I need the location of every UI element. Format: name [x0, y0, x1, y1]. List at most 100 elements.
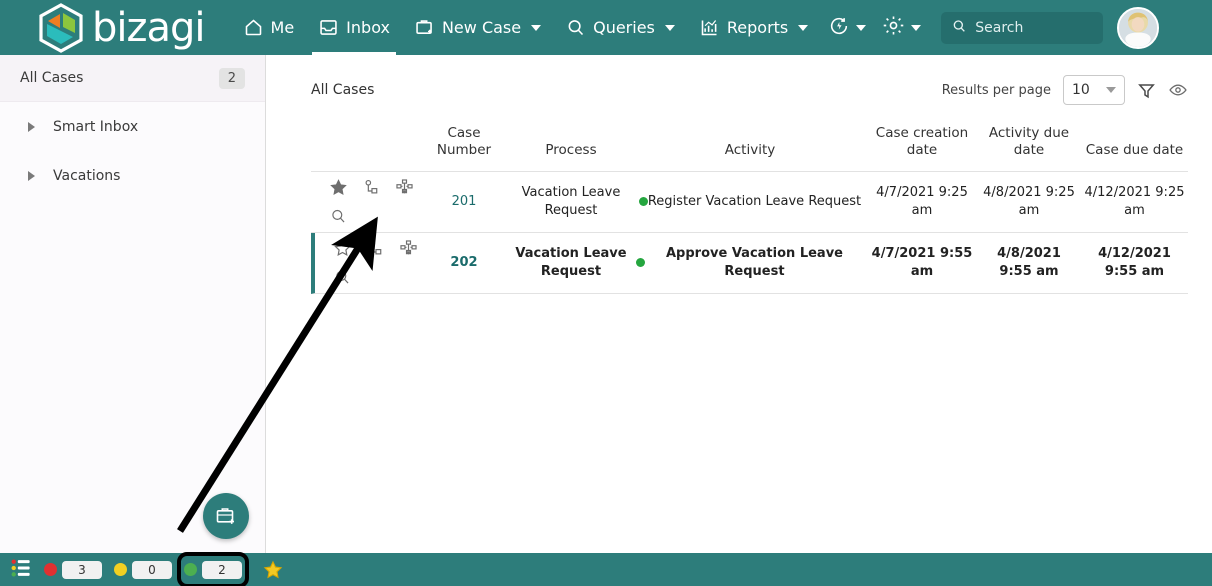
settings-menu-button[interactable]	[874, 0, 929, 55]
gear-icon	[882, 14, 905, 41]
cell-case-creation-date: 4/7/2021 9:25 am	[876, 185, 968, 218]
results-per-page-value: 10	[1072, 82, 1090, 98]
status-count-value: 2	[202, 560, 242, 579]
nav-label-queries: Queries	[593, 18, 655, 37]
refresh-sync-icon	[828, 15, 850, 41]
page-title: All Cases	[311, 82, 375, 98]
chevron-down-icon	[664, 24, 675, 31]
green-dot-icon	[184, 563, 197, 576]
search-icon	[951, 18, 967, 38]
magnifier-icon[interactable]	[329, 207, 348, 226]
cell-case-number[interactable]: 201	[419, 172, 509, 232]
trace-workflow-icon[interactable]	[366, 239, 385, 258]
status-count-value: 3	[62, 560, 102, 579]
briefcase-plus-icon	[414, 17, 435, 38]
bizagi-logo[interactable]: bizagi	[36, 2, 206, 54]
sidebar: All Cases 2 Smart Inbox Vacations	[0, 55, 266, 553]
star-icon[interactable]	[329, 178, 348, 197]
sidebar-all-cases-badge: 2	[218, 67, 245, 89]
bizagi-hex-icon	[39, 2, 83, 53]
red-dot-icon	[44, 563, 57, 576]
chevron-down-icon	[856, 24, 867, 31]
cell-activity-due-date: 4/8/2021 9:25 am	[983, 185, 1075, 218]
nav-item-reports[interactable]: Reports	[687, 0, 820, 55]
col-header-process: Process	[545, 141, 597, 158]
eye-visibility-icon[interactable]	[1168, 80, 1188, 100]
nav-label-new-case: New Case	[441, 18, 522, 37]
search-placeholder: Search	[975, 19, 1024, 36]
status-counter-at-risk[interactable]: 0	[114, 560, 172, 579]
star-icon[interactable]	[333, 239, 352, 258]
list-legend-icon[interactable]	[10, 558, 32, 582]
sidebar-item-label: Vacations	[53, 167, 121, 184]
cell-case-due-date: 4/12/2021 9:55 am	[1098, 246, 1171, 279]
sidebar-all-cases-label: All Cases	[20, 70, 84, 86]
search-icon	[565, 17, 586, 38]
col-header-case-due-date: Case due date	[1085, 141, 1184, 158]
nav-item-me[interactable]: Me	[231, 0, 307, 55]
cell-process: Vacation Leave Request	[521, 185, 621, 218]
main-nav: Me Inbox New Case Queries Reports	[231, 0, 930, 55]
nav-label-reports: Reports	[726, 18, 789, 37]
nav-label-me: Me	[270, 18, 295, 37]
col-header-activity: Activity	[724, 141, 776, 158]
sidebar-item-label: Smart Inbox	[53, 118, 139, 135]
nav-item-new-case[interactable]: New Case	[402, 0, 553, 55]
row-action-icons	[311, 172, 419, 232]
avatar[interactable]	[1117, 6, 1160, 49]
yellow-dot-icon	[114, 563, 127, 576]
sync-menu-button[interactable]	[820, 0, 874, 55]
activity-label: Approve Vacation Leave Request	[666, 246, 843, 279]
nav-item-queries[interactable]: Queries	[553, 0, 687, 55]
status-dot-icon	[638, 197, 648, 207]
star-favorite-icon[interactable]	[262, 559, 284, 581]
new-case-fab-button[interactable]	[203, 493, 249, 539]
app-root: bizagi Me Inbox New Case Queries Reports…	[0, 0, 1212, 586]
sidebar-item-smart-inbox[interactable]: Smart Inbox	[0, 102, 265, 151]
sidebar-item-vacations[interactable]: Vacations	[0, 151, 265, 200]
bizagi-logo-text: bizagi	[92, 4, 206, 51]
chevron-right-icon	[28, 170, 35, 181]
sidebar-item-all-cases[interactable]: All Cases 2	[0, 55, 265, 102]
col-header-case-number: Case Number	[436, 125, 492, 158]
status-counter-on-time[interactable]: 2	[177, 551, 249, 586]
cell-activity[interactable]: Register Vacation Leave Request	[633, 172, 867, 232]
chevron-down-icon	[911, 24, 922, 31]
cell-case-number[interactable]: 202	[419, 233, 509, 293]
process-diagram-icon[interactable]	[399, 239, 418, 258]
process-diagram-icon[interactable]	[395, 178, 414, 197]
magnifier-icon[interactable]	[333, 268, 352, 287]
table-row[interactable]: 201 Vacation Leave Request Register Vaca…	[311, 172, 1188, 233]
briefcase-plus-icon	[216, 508, 234, 524]
chevron-down-icon	[531, 24, 542, 31]
col-header-icons	[311, 151, 419, 171]
avatar-photo	[1119, 8, 1158, 47]
funnel-filter-icon[interactable]	[1137, 81, 1156, 100]
nav-label-inbox: Inbox	[346, 18, 390, 37]
table-header-row: Case Number Process Activity Case creati…	[311, 117, 1188, 172]
cell-process: Vacation Leave Request	[515, 246, 627, 279]
cell-activity[interactable]: Approve Vacation Leave Request	[633, 233, 867, 293]
col-header-activity-due-date: Activity due date	[988, 125, 1070, 158]
results-per-page-label: Results per page	[941, 82, 1051, 98]
cell-case-due-date: 4/12/2021 9:25 am	[1084, 185, 1185, 218]
cell-case-creation-date: 4/7/2021 9:55 am	[871, 246, 973, 279]
results-per-page-select[interactable]: 10	[1063, 75, 1125, 105]
status-bar: 3 0 2	[0, 551, 1212, 586]
activity-label: Register Vacation Leave Request	[647, 193, 862, 209]
status-count-value: 0	[132, 560, 172, 579]
chevron-down-icon	[1106, 87, 1116, 93]
search-input[interactable]: Search	[941, 11, 1104, 44]
inbox-tray-icon	[318, 17, 339, 38]
main-toolbar: All Cases Results per page 10	[266, 55, 1212, 105]
row-action-icons	[315, 233, 419, 293]
trace-workflow-icon[interactable]	[362, 178, 381, 197]
chevron-down-icon	[798, 24, 809, 31]
results-per-page-group: Results per page 10	[942, 75, 1188, 105]
table-row[interactable]: 202 Vacation Leave Request Approve Vacat…	[311, 232, 1188, 294]
status-counter-overdue[interactable]: 3	[44, 560, 102, 579]
col-header-case-creation-date: Case creation date	[875, 125, 969, 158]
nav-item-inbox[interactable]: Inbox	[306, 0, 402, 55]
cell-activity-due-date: 4/8/2021 9:55 am	[997, 246, 1061, 279]
cases-table: Case Number Process Activity Case creati…	[311, 117, 1188, 294]
